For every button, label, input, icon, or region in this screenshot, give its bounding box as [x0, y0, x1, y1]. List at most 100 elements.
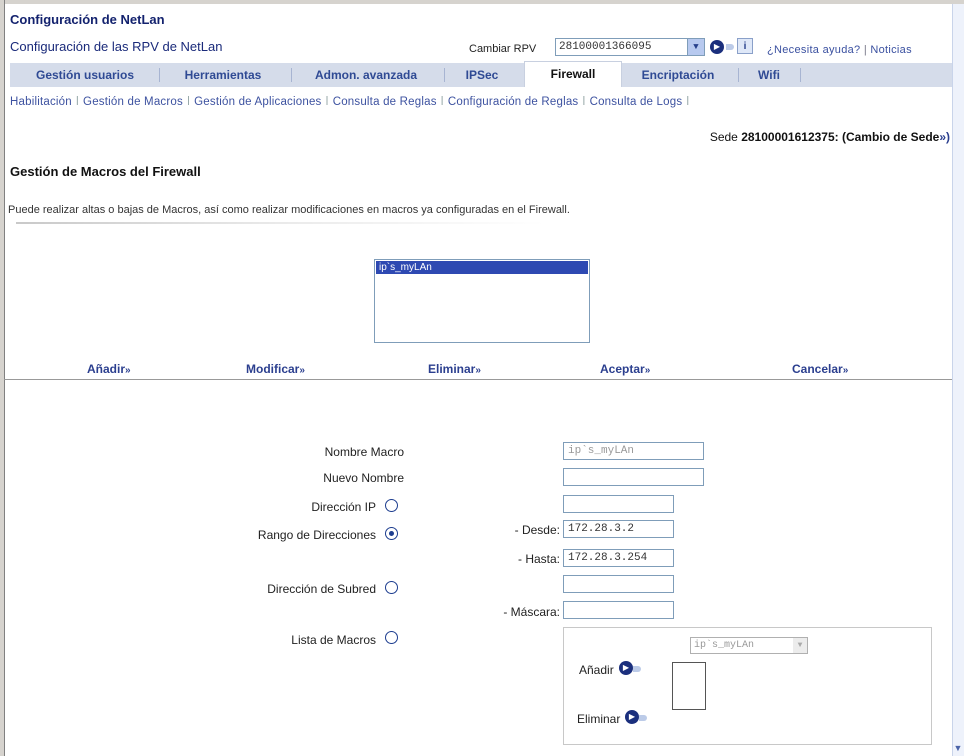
window-frame-left [0, 0, 5, 756]
rpv-label: Cambiar RPV [469, 43, 537, 55]
range-to-label: - Hasta: [517, 552, 560, 566]
section-divider [4, 379, 952, 380]
chevron-down-icon[interactable]: ▼ [793, 638, 807, 653]
panel-delete-label: Eliminar [577, 712, 621, 726]
chevron-right-icon: » [644, 365, 651, 376]
macro-list-select[interactable]: ip`s_myLAn ▼ [690, 637, 808, 654]
add-macro-button[interactable]: Añadir» [87, 362, 131, 376]
subnav-separator: ǀ [440, 96, 444, 108]
cancel-button[interactable]: Cancelar» [792, 362, 848, 376]
subnav-gestion-macros[interactable]: Gestión de Macros [83, 96, 183, 108]
panel-delete-button[interactable]: ▶ [625, 710, 639, 724]
mask-field[interactable] [563, 601, 674, 619]
sede-info: Sede 28100001612375: (Cambio de Sede») [710, 130, 950, 144]
panel-add-button[interactable]: ▶ [619, 661, 633, 675]
subnav-separator: ǀ [325, 96, 329, 108]
cancel-label: Cancelar [792, 362, 843, 376]
accept-button[interactable]: Aceptar» [600, 362, 650, 376]
panel-delete-shadow [639, 715, 647, 721]
news-link[interactable]: Noticias [870, 44, 912, 56]
tab-admon-avanzada[interactable]: Admon. avanzada [298, 63, 434, 87]
subnav-separator: ǀ [582, 96, 586, 108]
macro-list-select-value: ip`s_myLAn [694, 640, 755, 651]
subnet-radio[interactable] [385, 581, 398, 594]
main-tab-bar: Gestión usuarios Herramientas Admon. ava… [10, 61, 952, 87]
new-name-field[interactable] [563, 468, 704, 486]
panel-add-shadow [633, 666, 641, 672]
subnav-separator: ǀ [686, 96, 690, 108]
address-range-label: Rango de Direcciones [257, 528, 376, 542]
sede-id: 28100001612375 [741, 130, 835, 144]
range-from-field[interactable]: 172.28.3.2 [563, 520, 674, 538]
tab-herramientas[interactable]: Herramientas [164, 63, 282, 87]
mask-label: - Máscara: [503, 605, 560, 619]
tab-firewall[interactable]: Firewall [524, 61, 622, 87]
page-subtitle: Configuración de las RPV de NetLan [10, 39, 223, 54]
macro-listbox[interactable]: ip`s_myLAn [374, 259, 590, 343]
change-sede-link[interactable]: : (Cambio de Sede») [835, 130, 950, 144]
tab-separator [444, 68, 445, 82]
window-frame-top [0, 0, 964, 4]
section-title: Gestión de Macros del Firewall [10, 164, 201, 179]
help-links: ¿Necesita ayuda? | Noticias [767, 44, 912, 56]
delete-macro-button[interactable]: Eliminar» [428, 362, 481, 376]
subnav-separator: ǀ [75, 96, 80, 108]
sede-label: Sede [709, 130, 738, 144]
macro-list-item[interactable]: ip`s_myLAn [376, 261, 588, 274]
firewall-subnav: Habilitación ǀ Gestión de Macros ǀ Gestión d… [10, 96, 693, 108]
chevron-right-icon: » [299, 365, 305, 376]
app-title: Configuración de NetLan [10, 12, 165, 27]
chevron-right-icon: ») [939, 130, 950, 144]
subnav-gestion-aplicaciones[interactable]: Gestión de Aplicaciones [194, 96, 321, 108]
chevron-right-icon: » [125, 365, 131, 376]
macro-name-field[interactable]: ip`s_myLAn [563, 442, 704, 460]
new-name-label: Nuevo Nombre [323, 471, 404, 485]
range-to-field[interactable]: 172.28.3.254 [563, 549, 674, 567]
tab-wifi[interactable]: Wifi [746, 63, 792, 87]
subnav-habilitacion[interactable]: Habilitación [10, 96, 72, 108]
tab-separator [159, 68, 160, 82]
macro-members-listbox[interactable] [672, 662, 706, 710]
vertical-scrollbar[interactable] [952, 4, 964, 756]
description-underline [16, 222, 544, 224]
ip-address-field[interactable] [563, 495, 674, 513]
modify-macro-label: Modificar [246, 362, 300, 376]
subnav-consulta-reglas[interactable]: Consulta de Reglas [333, 96, 437, 108]
chevron-right-icon: » [475, 365, 481, 376]
tab-separator [800, 68, 801, 82]
change-sede-label: : (Cambio de Sede [834, 130, 940, 144]
help-separator: | [863, 44, 867, 56]
tab-separator [291, 68, 292, 82]
tab-ipsec[interactable]: IPSec [450, 63, 514, 87]
subnav-configuracion-reglas[interactable]: Configuración de Reglas [448, 96, 579, 108]
tab-separator [738, 68, 739, 82]
info-icon[interactable]: i [737, 38, 753, 54]
chevron-down-icon[interactable]: ▼ [687, 39, 704, 55]
subnav-separator: ǀ [186, 96, 191, 108]
chevron-right-icon: » [842, 365, 849, 376]
address-range-radio[interactable] [385, 527, 398, 540]
subnet-label: Dirección de Subred [267, 582, 376, 596]
panel-add-label: Añadir [579, 663, 614, 677]
go-arrow-shadow [726, 44, 734, 50]
delete-macro-label: Eliminar [428, 362, 476, 376]
range-from-label: - Desde: [514, 523, 560, 537]
rpv-select-value: 28100001366095 [559, 41, 652, 53]
add-macro-label: Añadir [87, 362, 126, 376]
section-description: Puede realizar altas o bajas de Macros, … [8, 204, 570, 216]
subnav-consulta-logs[interactable]: Consulta de Logs [590, 96, 683, 108]
accept-label: Aceptar [600, 362, 645, 376]
scroll-down-icon[interactable]: ▼ [952, 742, 964, 754]
ip-address-radio[interactable] [385, 499, 398, 512]
macro-name-label: Nombre Macro [324, 445, 404, 459]
macro-list-radio[interactable] [385, 631, 398, 644]
go-arrow-icon[interactable]: ▶ [710, 40, 724, 54]
tab-encriptacion[interactable]: Encriptación [626, 63, 730, 87]
subnet-field[interactable] [563, 575, 674, 593]
tab-gestion-usuarios[interactable]: Gestión usuarios [16, 63, 154, 87]
ip-address-label: Dirección IP [311, 500, 376, 514]
help-link[interactable]: ¿Necesita ayuda? [767, 44, 860, 56]
rpv-select[interactable]: 28100001366095 ▼ [555, 38, 705, 56]
modify-macro-button[interactable]: Modificar» [246, 362, 305, 376]
macro-list-label: Lista de Macros [291, 633, 376, 647]
